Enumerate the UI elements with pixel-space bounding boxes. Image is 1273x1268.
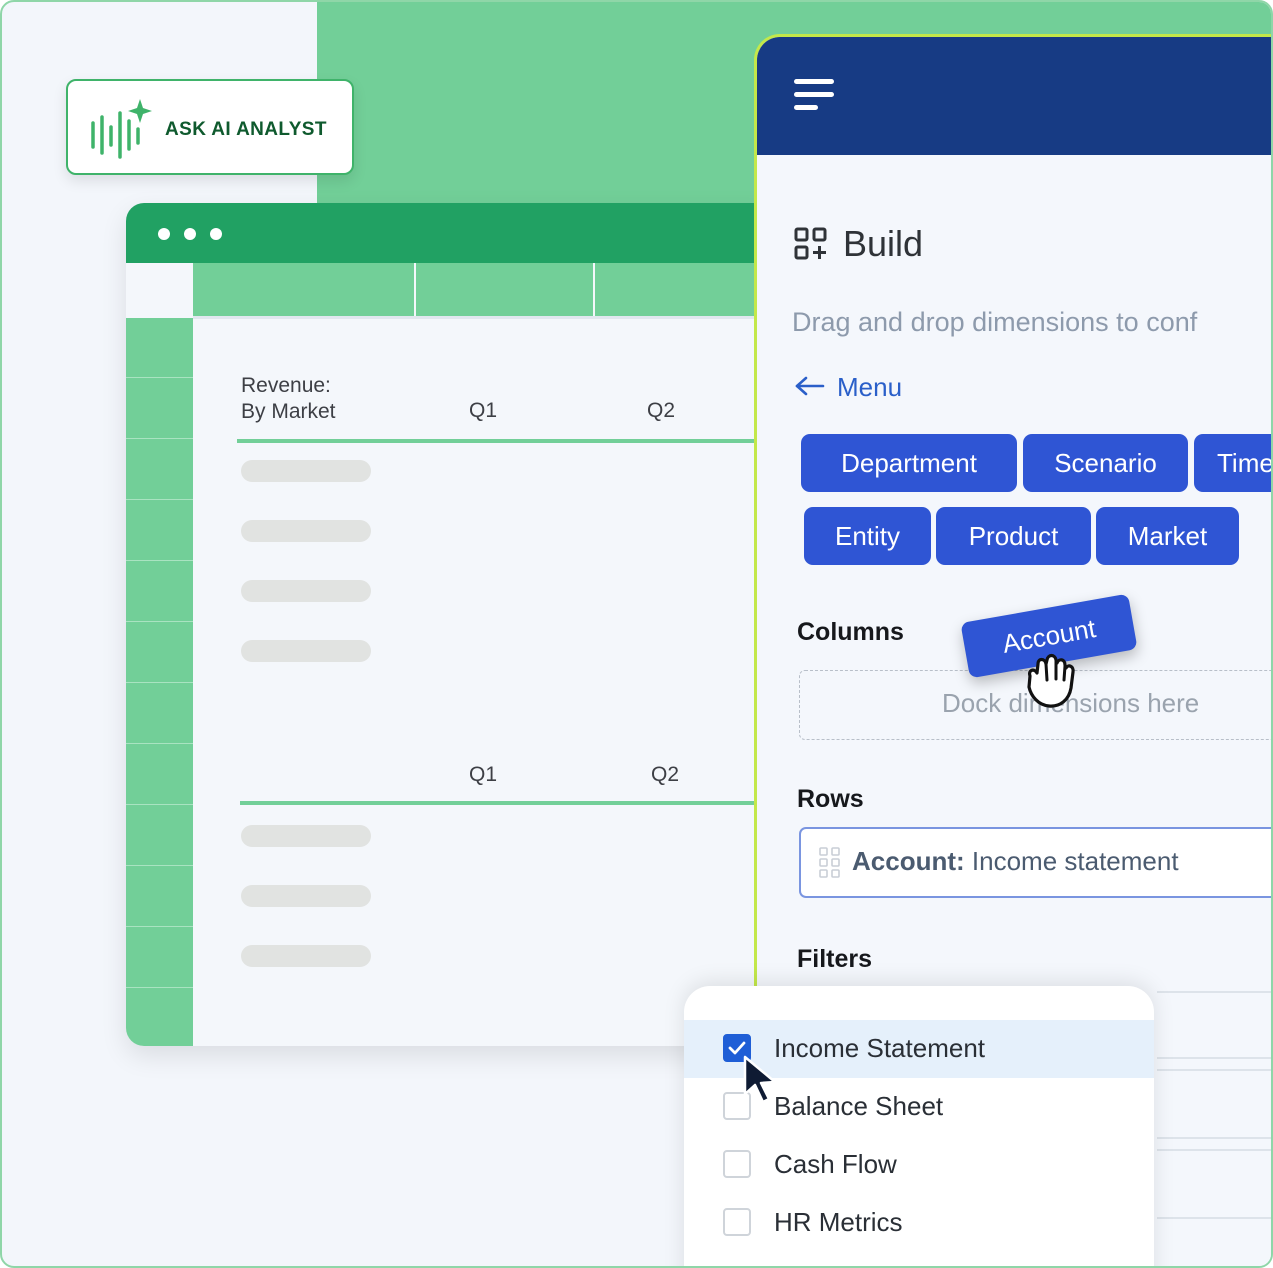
ask-ai-analyst-label: ASK AI ANALYST <box>165 119 327 140</box>
placeholder-row <box>241 885 371 907</box>
filter-option-cash-flow[interactable]: Cash Flow <box>684 1136 1154 1194</box>
table-header-rule <box>237 439 786 443</box>
column-divider <box>414 263 416 318</box>
dimension-chip-entity[interactable]: Entity <box>804 507 931 565</box>
column-label-q2: Q2 <box>651 763 680 786</box>
table-header-rule <box>240 801 786 805</box>
filter-option-hr-metrics[interactable]: HR Metrics <box>684 1194 1154 1252</box>
filter-option-label: Income Statement <box>774 1033 985 1063</box>
rows-label: Rows <box>797 785 864 813</box>
panel-title: Build <box>843 223 924 264</box>
row-divider <box>126 560 193 561</box>
window-dot-icon <box>184 228 196 240</box>
row-divider <box>126 804 193 805</box>
row-divider <box>126 682 193 683</box>
menu-back-link[interactable]: Menu <box>795 372 902 403</box>
mouse-pointer-icon <box>743 1055 777 1104</box>
filter-option-label: Cash Flow <box>774 1149 897 1179</box>
dimension-chip-department[interactable]: Department <box>801 434 1017 492</box>
hamburger-menu-icon[interactable] <box>794 77 834 113</box>
spreadsheet-titlebar <box>126 203 786 263</box>
filter-divider <box>1157 991 1271 993</box>
column-divider <box>593 263 595 318</box>
illustration-canvas: ASK AI ANALYST Revenue: By Market Q1 Q2 <box>0 0 1273 1268</box>
column-header-row <box>126 263 786 318</box>
row-divider <box>126 743 193 744</box>
filters-label: Filters <box>797 945 873 973</box>
filter-option-label: HR Metrics <box>774 1207 903 1237</box>
placeholder-row <box>241 825 371 847</box>
build-grid-icon <box>794 227 827 260</box>
column-label-q2: Q2 <box>647 399 676 422</box>
table-title-line: Revenue: <box>241 374 331 397</box>
placeholder-row <box>241 520 371 542</box>
window-dot-icon <box>210 228 222 240</box>
table-title-line: By Market <box>241 400 336 423</box>
row-divider <box>126 499 193 500</box>
placeholder-row <box>241 640 371 662</box>
ai-waveform-icon <box>91 99 152 159</box>
panel-subtitle: Drag and drop dimensions to conf <box>792 307 1198 337</box>
filter-divider <box>1157 1217 1271 1219</box>
row-divider <box>126 987 193 988</box>
filter-option-label: Balance Sheet <box>774 1091 944 1121</box>
table-title: Revenue: By Market <box>241 373 336 425</box>
rows-dimension-key: Account: <box>852 846 965 876</box>
row-divider <box>126 865 193 866</box>
dimension-chip-product[interactable]: Product <box>936 507 1091 565</box>
row-divider <box>126 438 193 439</box>
menu-back-label: Menu <box>837 372 903 402</box>
dimension-chip-scenario[interactable]: Scenario <box>1023 434 1188 492</box>
spreadsheet-window: Revenue: By Market Q1 Q2 Q1 Q2 <box>126 203 786 1046</box>
panel-header <box>757 37 1271 155</box>
column-label-q1: Q1 <box>469 399 498 422</box>
placeholder-row <box>241 460 371 482</box>
filter-divider <box>1157 1137 1271 1139</box>
rows-dimension-text: Income statement <box>971 846 1179 876</box>
placeholder-row <box>241 580 371 602</box>
grab-hand-icon <box>1027 653 1075 708</box>
filter-divider <box>1157 1149 1271 1151</box>
checkbox[interactable] <box>723 1150 751 1178</box>
drag-handle-icon[interactable] <box>819 847 841 879</box>
columns-label: Columns <box>797 618 904 646</box>
checkbox[interactable] <box>723 1208 751 1236</box>
arrow-left-icon <box>795 376 825 396</box>
row-divider <box>126 926 193 927</box>
header-divider <box>193 316 786 319</box>
dimension-chip-market[interactable]: Market <box>1096 507 1239 565</box>
ask-ai-analyst-button[interactable]: ASK AI ANALYST <box>66 79 354 175</box>
filter-divider <box>1157 1069 1271 1071</box>
dimension-chip-time[interactable]: Time <box>1194 434 1271 492</box>
rows-dimension-value: Account: Income statement <box>852 846 1179 877</box>
corner-cell <box>126 263 193 318</box>
row-divider <box>126 621 193 622</box>
placeholder-row <box>241 945 371 967</box>
row-divider <box>126 377 193 378</box>
window-dot-icon <box>158 228 170 240</box>
column-label-q1: Q1 <box>469 763 498 786</box>
filter-divider <box>1157 1057 1271 1059</box>
filter-dropdown: Income Statement Balance Sheet Cash Flow… <box>684 986 1154 1266</box>
